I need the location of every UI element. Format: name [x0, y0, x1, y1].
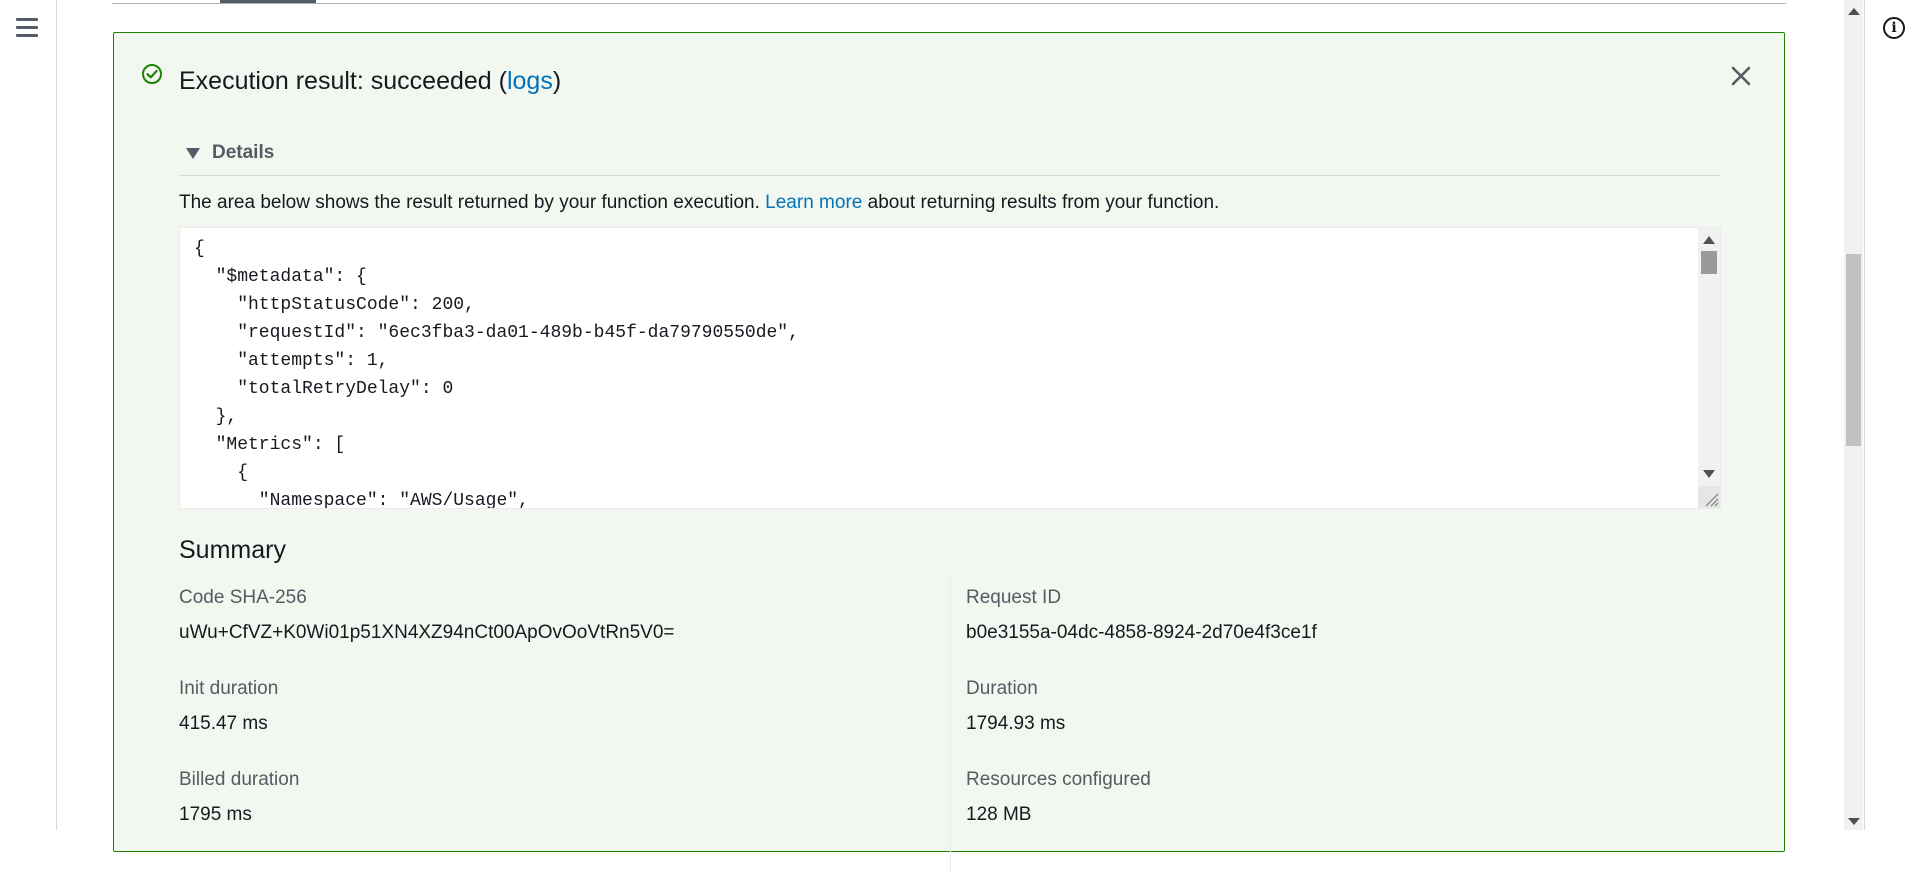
code-line: "Metrics": [	[194, 435, 346, 455]
learn-more-link[interactable]: Learn more	[765, 192, 862, 213]
execution-result-title: Execution result: succeeded (logs)	[179, 67, 562, 95]
resources-configured-value: 128 MB	[966, 804, 1032, 825]
result-code-viewer[interactable]: { "$metadata": { "httpStatusCode": 200, …	[179, 227, 1721, 509]
tab-strip	[112, 0, 1786, 4]
code-line: "totalRetryDelay": 0	[194, 379, 454, 399]
code-sha-label: Code SHA-256	[179, 587, 307, 608]
summary-heading: Summary	[179, 536, 286, 564]
check-circle-icon	[142, 64, 162, 84]
hamburger-menu-icon[interactable]	[16, 18, 40, 38]
code-line: "Namespace": "AWS/Usage",	[194, 491, 529, 509]
code-line: },	[194, 407, 238, 427]
details-expander[interactable]: Details	[186, 141, 274, 165]
duration-label: Duration	[966, 678, 1038, 699]
caret-down-icon	[186, 147, 200, 159]
code-scroll-down-icon[interactable]	[1703, 470, 1715, 478]
scroll-down-arrow-icon[interactable]	[1848, 818, 1860, 825]
scrollbar-thumb[interactable]	[1846, 254, 1861, 446]
request-id-value: b0e3155a-04dc-4858-8924-2d70e4f3ce1f	[966, 622, 1317, 643]
duration-value: 1794.93 ms	[966, 713, 1066, 734]
result-json-text: { "$metadata": { "httpStatusCode": 200, …	[194, 235, 799, 509]
code-line: "httpStatusCode": 200,	[194, 295, 475, 315]
execution-result-panel: Execution result: succeeded (logs) Detai…	[113, 32, 1785, 873]
left-navigation-rail	[0, 0, 57, 830]
code-line: "$metadata": {	[194, 267, 367, 287]
logs-link[interactable]: logs	[507, 67, 553, 95]
billed-duration-label: Billed duration	[179, 769, 300, 790]
billed-duration-value: 1795 ms	[179, 804, 252, 825]
scroll-up-arrow-icon[interactable]	[1848, 8, 1860, 15]
init-duration-label: Init duration	[179, 678, 279, 699]
code-scrollbar[interactable]	[1698, 228, 1720, 508]
details-label: Details	[212, 142, 275, 163]
result-description: The area below shows the result returned…	[179, 192, 1220, 213]
code-sha-value: uWu+CfVZ+K0Wi01p51XN4XZ94nCt00ApOvOoVtRn…	[179, 622, 675, 643]
code-line: {	[194, 463, 249, 483]
resize-grip-icon[interactable]	[1698, 486, 1720, 508]
code-scrollbar-thumb[interactable]	[1701, 251, 1717, 274]
details-divider	[179, 175, 1721, 176]
init-duration-value: 415.47 ms	[179, 713, 268, 734]
info-icon[interactable]: i	[1883, 17, 1905, 39]
right-tools-rail: i	[1864, 0, 1919, 830]
close-icon[interactable]	[1726, 61, 1756, 91]
code-line: "requestId": "6ec3fba3-da01-489b-b45f-da…	[194, 323, 799, 343]
summary-column-divider	[950, 573, 951, 873]
request-id-label: Request ID	[966, 587, 1062, 608]
page-scrollbar[interactable]	[1844, 0, 1863, 830]
resources-configured-label: Resources configured	[966, 769, 1151, 790]
code-line: "attempts": 1,	[194, 351, 389, 371]
active-tab-indicator	[220, 0, 316, 3]
code-scroll-up-icon[interactable]	[1703, 236, 1715, 244]
code-line: {	[194, 239, 205, 259]
